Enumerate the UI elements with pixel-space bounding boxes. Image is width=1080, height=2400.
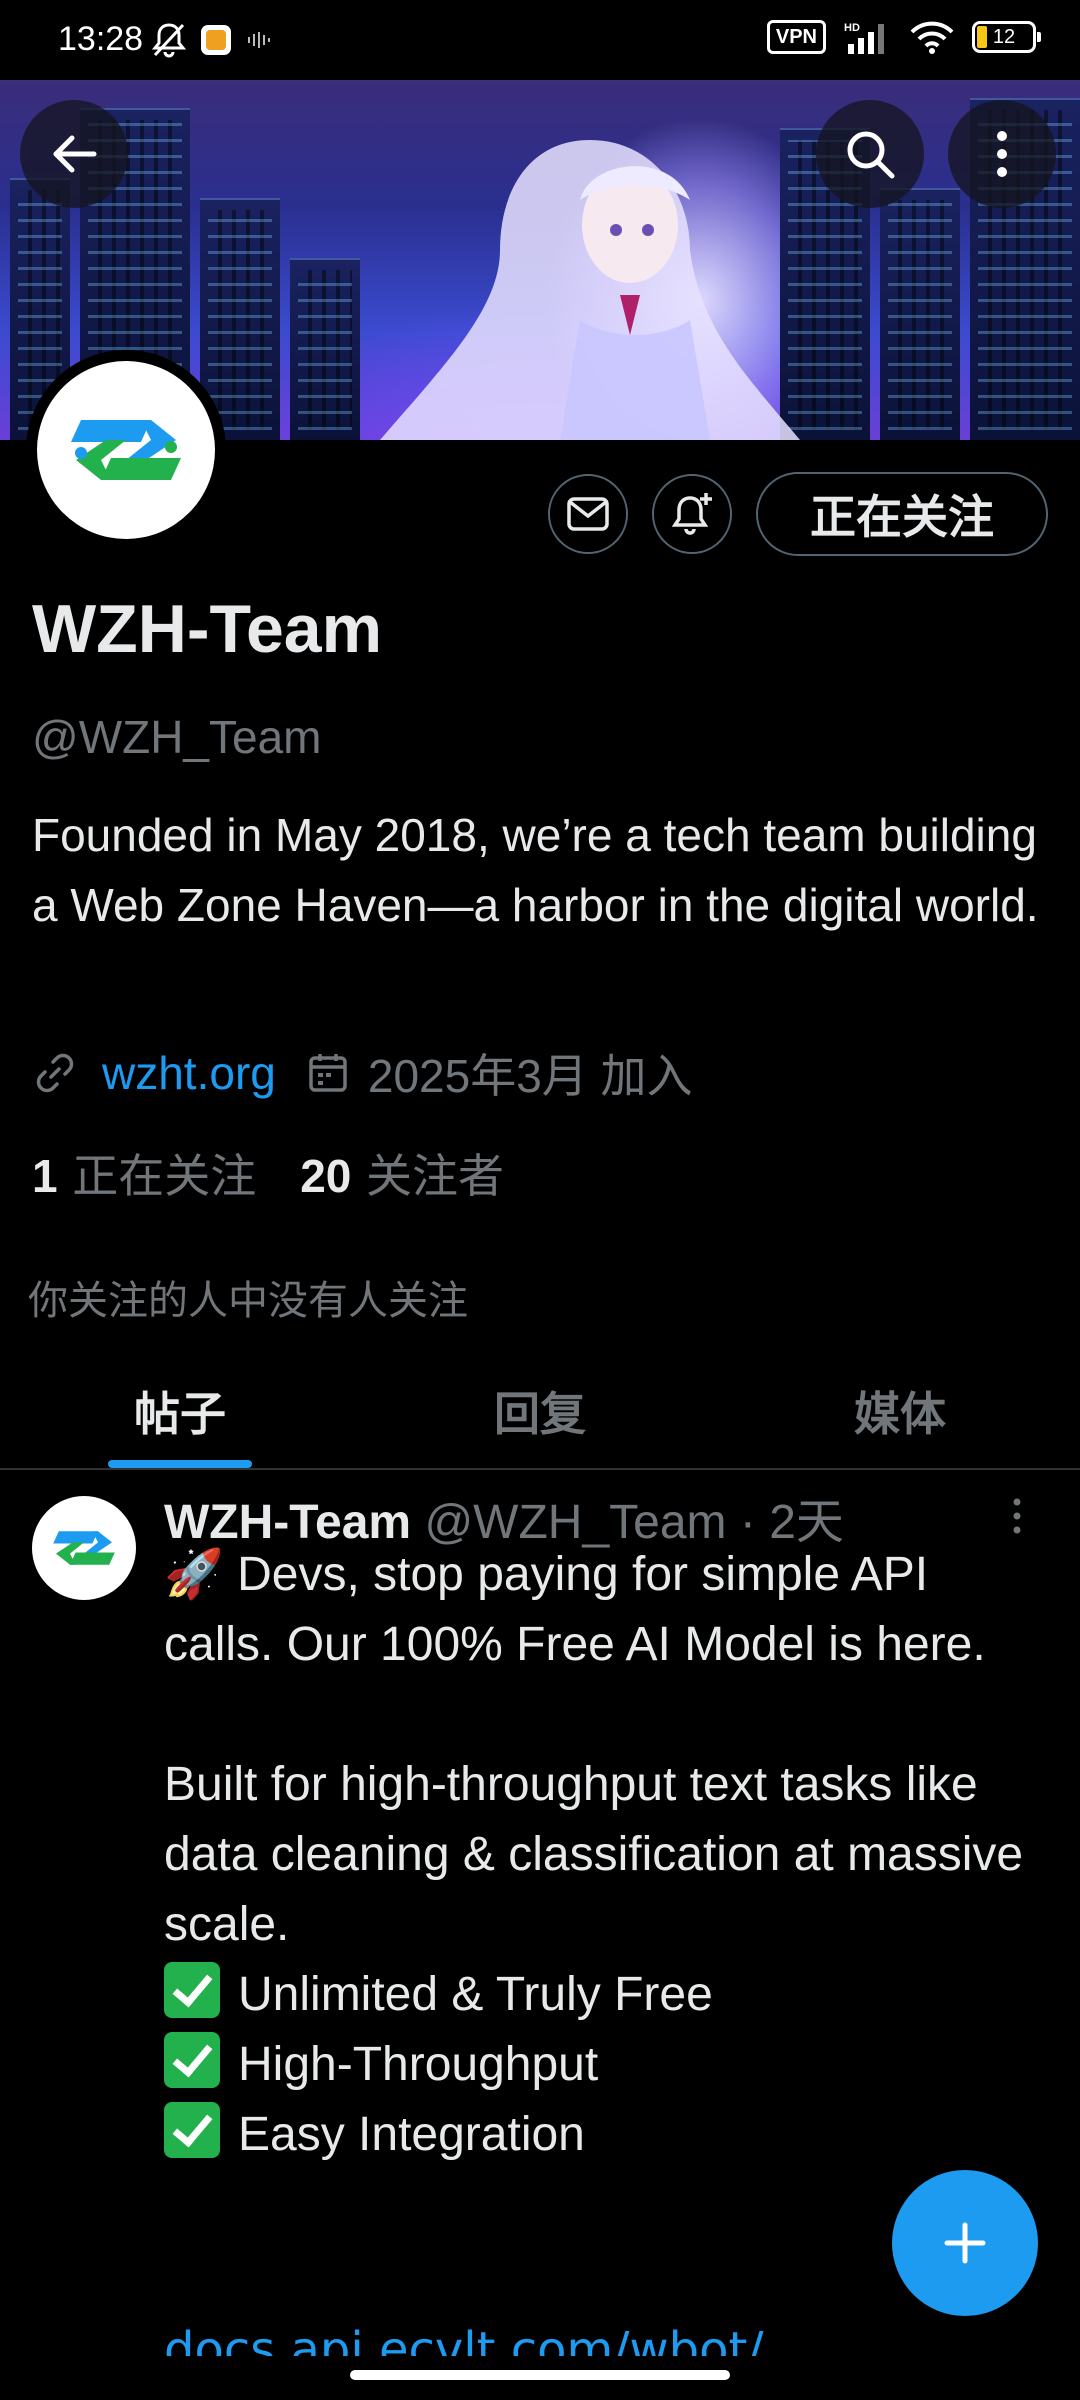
mail-icon — [567, 497, 609, 531]
hd-label: HD — [844, 22, 860, 34]
search-icon — [847, 131, 895, 179]
followers-count: 20 — [300, 1150, 352, 1202]
post-line-description: Built for high-throughput text tasks lik… — [164, 1758, 1024, 1951]
more-options-button[interactable] — [948, 100, 1056, 208]
post-bullet-text: Unlimited & Truly Free — [238, 1968, 713, 2021]
post-bullet-text: Easy Integration — [238, 2108, 585, 2161]
plus-icon — [944, 2222, 986, 2264]
search-button[interactable] — [816, 100, 924, 208]
profile-meta: wzht.org 2025年3月 加入 — [32, 1040, 693, 1106]
signal-icon: HD — [844, 22, 884, 54]
wzh-logo-icon — [71, 420, 181, 480]
sound-wave-icon — [248, 32, 270, 48]
post-bullet-text: High-Throughput — [238, 2038, 599, 2091]
home-indicator[interactable] — [350, 2370, 730, 2380]
post-more-button[interactable] — [1010, 1496, 1024, 1540]
status-time: 13:28 — [58, 20, 144, 58]
back-button[interactable] — [20, 100, 128, 208]
notifications-button[interactable] — [652, 474, 732, 554]
following-count-link[interactable]: 1 正在关注 — [32, 1140, 256, 1206]
post-link[interactable]: docs.api.ecvlt.com/wbot/ — [164, 2300, 1044, 2356]
post-author-avatar[interactable] — [32, 1496, 136, 1600]
tab-replies[interactable]: 回复 — [360, 1360, 720, 1468]
mutual-followers-note: 你关注的人中没有人关注 — [28, 1278, 468, 1324]
profile-website-link[interactable]: wzht.org — [102, 1046, 276, 1100]
battery-icon: 12 — [972, 21, 1041, 53]
status-bar: 13:28 VPN HD 12 — [0, 0, 1080, 80]
more-vertical-icon — [1013, 1498, 1021, 1534]
profile-name: WZH-Team — [32, 591, 383, 667]
profile-avatar[interactable] — [26, 350, 226, 550]
tabs-divider — [0, 1468, 1080, 1470]
anime-character-illustration — [380, 140, 800, 440]
post-line-intro: 🚀 Devs, stop paying for simple API calls… — [164, 1548, 986, 1671]
bell-plus-icon — [671, 493, 712, 535]
following-button[interactable]: 正在关注 — [756, 472, 1048, 556]
wzh-logo-icon — [53, 1531, 115, 1565]
calendar-icon — [309, 1054, 347, 1092]
tab-media[interactable]: 媒体 — [720, 1360, 1080, 1468]
checkmark-icon — [164, 2102, 220, 2158]
follow-counts: 1 正在关注 20 关注者 — [32, 1140, 504, 1206]
wifi-icon — [910, 21, 954, 54]
bell-off-icon — [152, 23, 186, 58]
post-bullet: Easy Integration — [164, 2100, 1044, 2170]
post-bullet: Unlimited & Truly Free — [164, 1960, 1044, 2030]
followers-count-link[interactable]: 20 关注者 — [300, 1140, 504, 1206]
vpn-badge: VPN — [766, 20, 826, 54]
profile-tabs: 帖子 回复 媒体 — [0, 1360, 1080, 1468]
profile-bio: Founded in May 2018, we’re a tech team b… — [32, 809, 1039, 931]
arrow-left-icon — [53, 135, 97, 173]
post-bullet: High-Throughput — [164, 2030, 1044, 2100]
status-right-icons: VPN HD 12 — [766, 20, 1041, 54]
app-notification-icon — [201, 25, 231, 55]
checkmark-icon — [164, 1962, 220, 2018]
compose-button[interactable] — [892, 2170, 1038, 2316]
following-label: 正在关注 — [72, 1149, 257, 1203]
followers-label: 关注者 — [366, 1149, 505, 1203]
post-text[interactable]: 🚀 Devs, stop paying for simple API calls… — [164, 1540, 1044, 2170]
tab-posts[interactable]: 帖子 — [0, 1360, 360, 1468]
more-vertical-icon — [997, 131, 1007, 177]
message-button[interactable] — [548, 474, 628, 554]
status-left-icons — [152, 22, 272, 58]
link-icon — [36, 1053, 74, 1093]
battery-level: 12 — [992, 25, 1016, 48]
profile-handle: @WZH_Team — [32, 711, 322, 763]
profile-joined-date: 2025年3月 加入 — [367, 1050, 693, 1102]
checkmark-icon — [164, 2032, 220, 2088]
following-count: 1 — [32, 1150, 58, 1202]
